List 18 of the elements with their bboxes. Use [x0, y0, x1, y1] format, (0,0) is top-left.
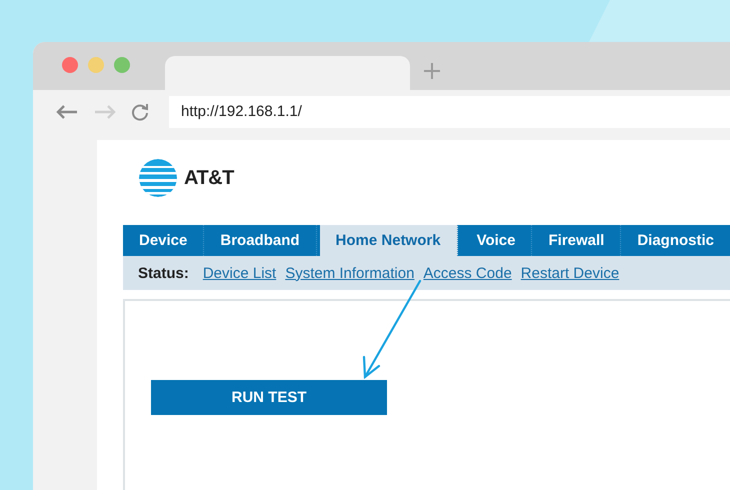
nav-tab[interactable]: Home Network: [320, 225, 458, 256]
forward-icon[interactable]: [93, 104, 117, 120]
nav-link[interactable]: Device List: [202, 264, 276, 282]
globe-icon: [138, 158, 178, 198]
run-test-button[interactable]: RUN TEST: [151, 380, 387, 415]
address-field[interactable]: http://192.168.1.1/: [169, 96, 730, 128]
back-icon[interactable]: [55, 104, 79, 120]
logo-text: AT&T: [184, 166, 234, 190]
minimize-icon[interactable]: [88, 57, 104, 73]
nav-link[interactable]: Access Code: [423, 264, 512, 282]
reload-icon[interactable]: [131, 102, 149, 120]
browser-tab[interactable]: [165, 56, 410, 90]
status-label: Status:: [138, 264, 189, 282]
nav-link[interactable]: Restart Device: [520, 264, 620, 282]
close-icon[interactable]: [62, 57, 78, 73]
nav-link[interactable]: System Information: [285, 264, 414, 282]
plus-icon[interactable]: [422, 61, 442, 81]
maximize-icon[interactable]: [114, 57, 130, 73]
